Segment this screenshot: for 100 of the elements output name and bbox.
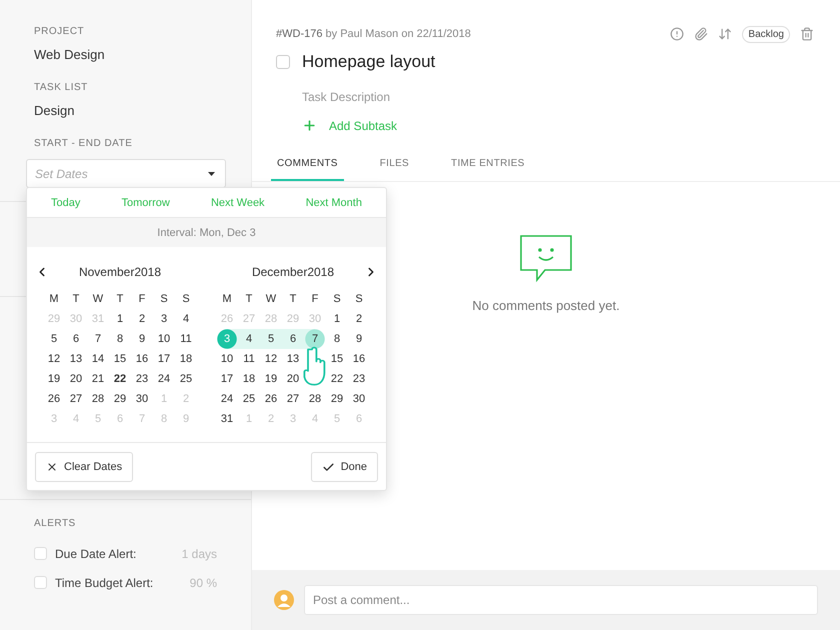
field-value: Design [34, 103, 76, 118]
calendar-day[interactable]: 15 [326, 349, 348, 369]
calendar-day[interactable]: 16 [348, 349, 370, 369]
calendar-day[interactable]: 22 [326, 369, 348, 389]
empty-message: No comments posted yet. [472, 298, 620, 313]
checkbox[interactable] [34, 576, 47, 589]
sort-arrows-icon[interactable] [718, 27, 732, 41]
calendar-day[interactable]: 11 [238, 349, 260, 369]
calendar-day[interactable]: 2 [131, 309, 153, 329]
calendar-day[interactable]: 27 [65, 389, 87, 409]
calendar-day[interactable]: 1 [326, 309, 348, 329]
calendar-day[interactable]: 4 [238, 329, 260, 349]
checkbox[interactable] [34, 547, 47, 560]
weekday-label: S [159, 292, 169, 307]
calendar-day[interactable]: 19 [43, 369, 65, 389]
weekday-label: W [264, 292, 278, 307]
weekday-label: T [72, 292, 80, 307]
calendar-day[interactable]: 2 [348, 309, 370, 329]
weekday-label: W [92, 292, 104, 307]
calendar-day[interactable]: 3 [153, 309, 175, 329]
calendar-day[interactable]: 23 [348, 369, 370, 389]
calendar-day[interactable]: 24 [216, 389, 238, 409]
field-label: TASK LIST [34, 82, 89, 93]
alert-icon[interactable] [670, 27, 684, 41]
calendar-day[interactable]: 13 [282, 349, 304, 369]
calendar-day[interactable]: 14 [87, 349, 109, 369]
alert-label: Due Date Alert: [55, 546, 138, 560]
clear-dates-button[interactable]: Clear Dates [35, 452, 134, 482]
calendar-day[interactable]: 24 [153, 369, 175, 389]
calendar-day[interactable]: 9 [131, 329, 153, 349]
calendar-day[interactable]: 7 [87, 329, 109, 349]
calendar-day[interactable]: 17 [216, 369, 238, 389]
close-icon [46, 461, 58, 473]
calendar-day[interactable]: 10 [153, 329, 175, 349]
weekday-label: S [332, 292, 342, 307]
calendar-day[interactable]: 28 [304, 389, 326, 409]
weekday-label: S [181, 292, 191, 307]
status-badge[interactable]: Backlog [742, 26, 790, 42]
calendar-day[interactable]: 26 [43, 389, 65, 409]
trash-icon[interactable] [800, 27, 814, 41]
calendar-day[interactable]: 13 [65, 349, 87, 369]
calendar-day[interactable]: 18 [175, 349, 197, 369]
calendar-day[interactable]: 5 [260, 329, 282, 349]
alert-value: 90 % [190, 576, 217, 590]
calendar-day[interactable]: 20 [282, 369, 304, 389]
calendar-day[interactable]: 15 [109, 349, 131, 369]
calendar-day[interactable]: 11 [175, 329, 197, 349]
calendar-day[interactable]: 28 [87, 389, 109, 409]
calendar-day[interactable]: 29 [109, 389, 131, 409]
alert-label: Time Budget Alert: [55, 576, 154, 590]
calendar-day[interactable]: 22 [109, 369, 131, 389]
calendar-day[interactable]: 20 [65, 369, 87, 389]
weekday-label: T [244, 292, 254, 307]
caret-icon [208, 172, 215, 176]
calendar-day[interactable]: 29 [326, 389, 348, 409]
calendar-day[interactable]: 12 [260, 349, 282, 369]
weekday-label: T [288, 292, 298, 307]
calendar-day[interactable]: 17 [153, 349, 175, 369]
done-button[interactable]: Done [310, 452, 378, 482]
weekday-label: F [310, 292, 320, 307]
calendar-day[interactable]: 9 [348, 329, 370, 349]
calendar-day[interactable]: 19 [260, 369, 282, 389]
comment-input[interactable]: Post a comment... [304, 585, 818, 615]
calendar-day[interactable]: 8 [326, 329, 348, 349]
interval-text: Interval: Mon, Dec 3 [27, 218, 386, 247]
calendar-day[interactable]: 16 [131, 349, 153, 369]
calendar-day[interactable]: 30 [131, 389, 153, 409]
calendar-day[interactable]: 4 [175, 309, 197, 329]
weekday-label: T [116, 292, 124, 307]
tab[interactable]: FILES [374, 147, 416, 181]
avatar [274, 590, 294, 610]
calendar-day[interactable]: 18 [238, 369, 260, 389]
tab[interactable]: COMMENTS [271, 147, 344, 181]
calendar-day[interactable]: 27 [282, 389, 304, 409]
calendar-day[interactable]: 5 [43, 329, 65, 349]
field-label: START - END DATE [34, 138, 134, 149]
field-label: PROJECT [34, 26, 86, 37]
calendar-day[interactable]: 6 [282, 329, 304, 349]
calendar-day[interactable]: 25 [238, 389, 260, 409]
calendar-day[interactable]: 6 [65, 329, 87, 349]
calendar-day[interactable]: 31 [216, 409, 238, 429]
calendar-day[interactable]: 26 [260, 389, 282, 409]
calendar-day[interactable]: 23 [131, 369, 153, 389]
weekday-label: F [138, 292, 146, 307]
calendar-day[interactable]: 8 [109, 329, 131, 349]
calendar-day[interactable]: 21 [87, 369, 109, 389]
calendar-day[interactable]: 7 [304, 329, 326, 349]
paperclip-icon[interactable] [694, 27, 708, 41]
calendar-day[interactable]: 12 [43, 349, 65, 369]
calendar-day[interactable]: 10 [216, 349, 238, 369]
weekday-label: M [221, 292, 233, 307]
calendar-day[interactable]: 1 [109, 309, 131, 329]
weekday-label: S [354, 292, 364, 307]
section-label: ALERTS [34, 518, 77, 529]
calendar-day[interactable]: 25 [175, 369, 197, 389]
calendar-day[interactable]: 30 [348, 389, 370, 409]
plus-icon [302, 118, 317, 133]
task-checkbox[interactable] [276, 55, 290, 69]
tab[interactable]: TIME ENTRIES [445, 147, 531, 181]
month-title: December2018 [250, 265, 336, 279]
